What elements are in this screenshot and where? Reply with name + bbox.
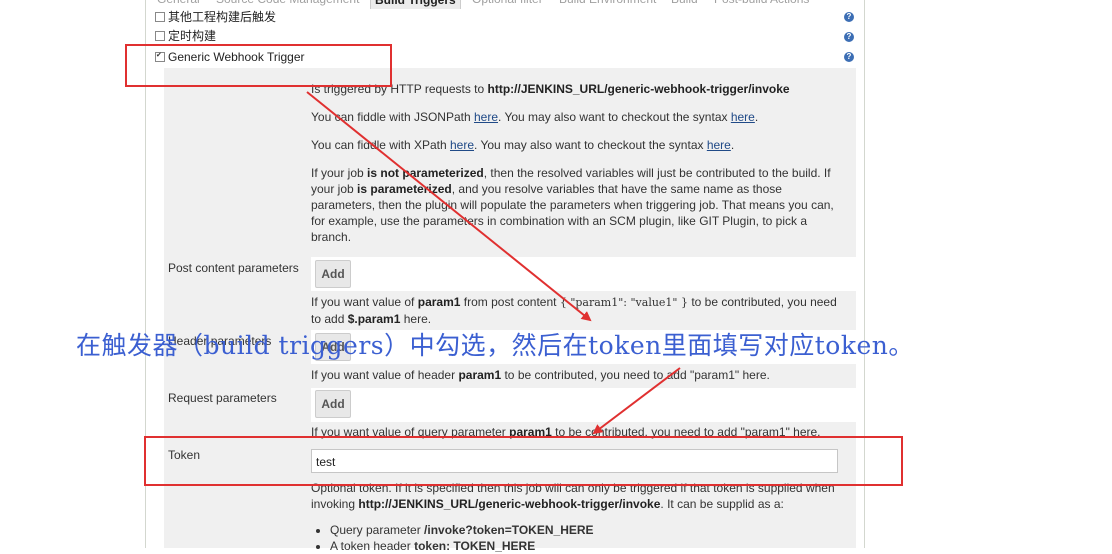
arrow-line: [592, 367, 681, 435]
annotation-arrows: [306, 91, 681, 435]
arrow-line: [306, 91, 592, 322]
annotation-caption: 在触发器（build triggers）中勾选，然后在token里面填写对应to…: [76, 331, 914, 360]
